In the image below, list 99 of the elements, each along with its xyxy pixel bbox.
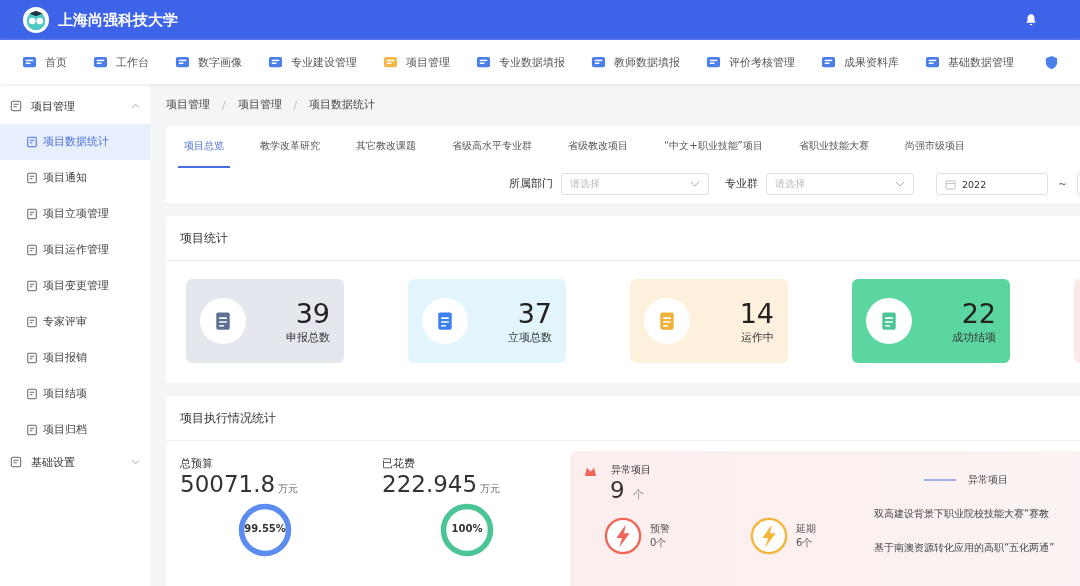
stat-label: 成功结项 — [951, 330, 996, 345]
module-icon — [925, 54, 940, 70]
budget-value: 50071.8 — [180, 471, 276, 497]
nav-menu-item[interactable]: 工作台 — [93, 54, 149, 70]
tab[interactable]: 尚强市级项目 — [898, 126, 971, 168]
nav-menu-item[interactable]: 专业建设管理 — [268, 54, 357, 70]
stat-icon — [422, 298, 468, 344]
document-icon — [26, 136, 38, 148]
module-icon — [383, 54, 398, 70]
nav-menu-item[interactable]: 教师数据填报 — [591, 54, 680, 70]
document-icon — [26, 172, 38, 184]
breadcrumb-link[interactable]: 项目管理 — [237, 98, 282, 112]
sidebar-item[interactable]: 项目运作管理 — [0, 232, 150, 268]
stat-icon — [866, 298, 912, 344]
document-icon — [26, 352, 38, 364]
chevron-icon — [131, 103, 140, 109]
sidebar-item[interactable]: 项目通知 — [0, 160, 150, 196]
percent-label: 100% — [450, 523, 484, 534]
sidebar-item[interactable]: 项目归档 — [0, 412, 150, 448]
legend-label: 异常项目 — [968, 473, 1008, 487]
date-field[interactable]: 2022 — [936, 173, 1048, 195]
nav-menu-item[interactable]: 数字画像 — [175, 54, 242, 70]
document-icon — [26, 280, 38, 292]
module-icon — [22, 54, 37, 70]
budget-value: 222.945 — [382, 471, 478, 497]
unit-label: 万元 — [480, 482, 501, 496]
nav-menu-item[interactable]: 首页 — [22, 54, 67, 70]
tab[interactable]: 省职业技能大赛 — [792, 126, 875, 168]
module-icon — [268, 54, 283, 70]
university-title: 上海尚强科技大学 — [58, 10, 178, 30]
unit-label: 万元 — [278, 482, 299, 496]
nav-menu-item[interactable]: 项目管理 — [383, 54, 450, 70]
sidebar-item[interactable]: 项目数据统计 — [0, 124, 150, 160]
stat-value: 22 — [960, 297, 996, 329]
breadcrumb-separator: / — [293, 99, 298, 111]
stat-value: 14 — [738, 297, 774, 329]
anomaly-type: 延期 — [796, 522, 816, 536]
budget-label: 已花费 — [382, 457, 416, 471]
owl-logo-icon — [22, 6, 50, 34]
module-icon — [93, 54, 108, 70]
anomaly-type-count: 0个 — [650, 536, 668, 550]
sidebar-item[interactable]: 项目结项 — [0, 376, 150, 412]
chevron-icon — [131, 459, 140, 465]
tab[interactable]: 项目总览 — [178, 126, 230, 168]
progress-ring — [236, 501, 294, 559]
document-icon — [26, 424, 38, 436]
document-icon — [26, 208, 38, 220]
tab[interactable]: 省级教改项目 — [562, 126, 634, 168]
unit-label: 个 — [632, 487, 644, 502]
range-separator: ~ — [1058, 178, 1067, 190]
module-icon — [476, 54, 491, 70]
progress-ring — [438, 501, 496, 559]
section-title: 项目统计 — [166, 216, 1080, 261]
breadcrumb-link[interactable]: 项目数据统计 — [309, 98, 376, 112]
breadcrumb-separator: / — [222, 99, 226, 111]
stat-value: 39 — [294, 297, 330, 329]
tab[interactable]: 教学改革研究 — [254, 126, 326, 168]
breadcrumb-link[interactable]: 项目管理 — [166, 98, 210, 112]
sidebar-item[interactable]: 专家评审 — [0, 304, 150, 340]
anomaly-type: 预警 — [650, 522, 670, 536]
tab[interactable]: 省级高水平专业群 — [446, 126, 538, 168]
nav-menu-item[interactable]: 成果资料库 — [821, 54, 899, 70]
document-icon — [26, 316, 38, 328]
legend-line-icon — [924, 479, 956, 481]
filter-label: 专业群 — [725, 177, 758, 191]
module-icon — [706, 54, 721, 70]
anomaly-title: 异常项目 — [611, 463, 651, 477]
tab[interactable]: 其它教改课题 — [350, 126, 422, 168]
filter-label: 所属部门 — [509, 177, 553, 191]
section-title: 项目执行情况统计 — [166, 396, 1080, 441]
sidebar-item[interactable]: 项目变更管理 — [0, 268, 150, 304]
stat-label: 运作中 — [740, 330, 774, 345]
document-icon — [26, 388, 38, 400]
stat-label: 立项总数 — [507, 330, 552, 345]
stat-value: 37 — [516, 297, 552, 329]
stat-label: 申报总数 — [285, 330, 330, 345]
shield-icon[interactable] — [1044, 54, 1059, 70]
sidebar-group[interactable]: 基础设置 — [0, 448, 150, 476]
percent-label: 99.55% — [243, 523, 287, 534]
module-icon — [821, 54, 836, 70]
nav-menu-item[interactable]: 基础数据管理 — [925, 54, 1014, 70]
sidebar-item[interactable]: 项目报销 — [0, 340, 150, 376]
stat-icon — [200, 298, 246, 344]
sidebar-item[interactable]: 项目立项管理 — [0, 196, 150, 232]
project-name: 双高建设背景下职业院校技能大赛“赛教 — [874, 507, 1051, 521]
calendar-icon — [945, 178, 956, 190]
module-icon — [175, 54, 190, 70]
stat-icon — [644, 298, 690, 344]
anomaly-type-count: 6个 — [796, 536, 814, 550]
nav-menu-item[interactable]: 专业数据填报 — [476, 54, 565, 70]
anomaly-count: 9 — [610, 477, 625, 503]
project-name: 基于南澳资源转化应用的高职“五化两通” — [874, 541, 1056, 555]
sidebar-group[interactable]: 项目管理 — [0, 92, 150, 120]
nav-menu-item[interactable]: 评价考核管理 — [706, 54, 795, 70]
document-icon — [26, 244, 38, 256]
bell-icon[interactable] — [1024, 13, 1038, 27]
tab[interactable]: “中文+职业技能”项目 — [658, 126, 769, 168]
module-icon — [591, 54, 606, 70]
budget-label: 总预算 — [180, 457, 214, 471]
